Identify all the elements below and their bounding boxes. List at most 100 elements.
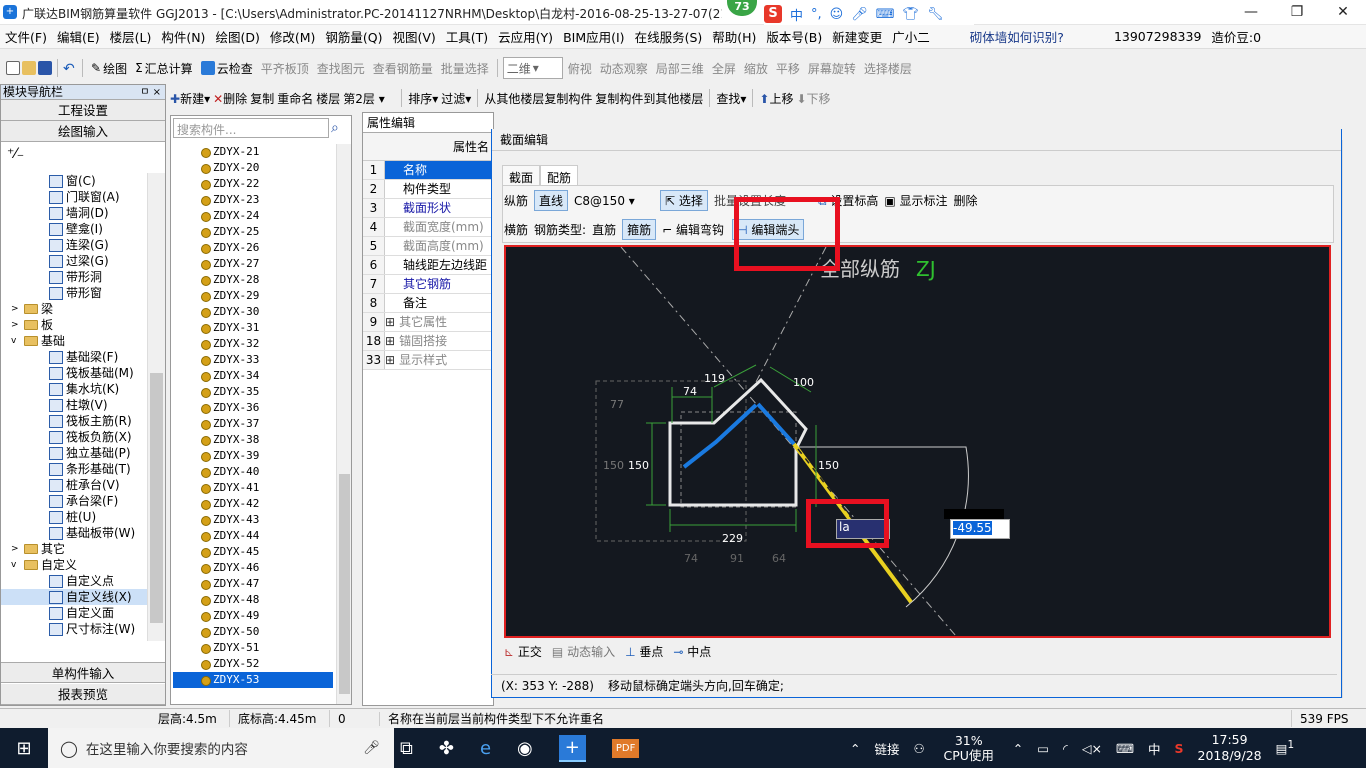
component-list-item[interactable]: ZDYX-52 — [173, 656, 333, 672]
tree-item[interactable]: 尺寸标注(W) — [1, 621, 147, 637]
select-floor-button[interactable]: 选择楼层 — [861, 57, 915, 79]
fullscreen-button[interactable]: 全屏 — [709, 57, 739, 79]
component-list-item[interactable]: ZDYX-37 — [173, 416, 333, 432]
expand-toggle-icon[interactable]: v — [11, 333, 21, 349]
component-list-item[interactable]: ZDYX-47 — [173, 576, 333, 592]
menu-steel[interactable]: 钢筋量(Q) — [320, 27, 387, 46]
property-row[interactable]: 4 截面宽度(mm) — [363, 218, 493, 237]
sum-button[interactable]: Σ 汇总计算 — [132, 57, 196, 79]
expand-toggle-icon[interactable]: > — [11, 301, 21, 317]
line-button[interactable]: 直线 — [534, 190, 569, 211]
pin-close-icons[interactable]: ㅁ × — [140, 85, 161, 100]
browser-icon[interactable]: ◉ — [517, 738, 533, 759]
report-preview-button[interactable]: 报表预览 — [1, 684, 165, 705]
component-list-item[interactable]: ZDYX-45 — [173, 544, 333, 560]
shirt-icon[interactable]: 👕︎ — [903, 7, 920, 22]
keyboard-icon[interactable]: ⌨ — [876, 7, 895, 22]
menu-draw[interactable]: 绘图(D) — [210, 27, 264, 46]
tree-item[interactable]: 筏板主筋(R) — [1, 413, 147, 429]
menu-online[interactable]: 在线服务(S) — [630, 27, 708, 46]
expand-collapse-icons[interactable]: ⁺⁄₋ — [1, 142, 165, 170]
project-settings-button[interactable]: 工程设置 — [1, 100, 165, 121]
sort-button[interactable]: 排序▾ — [408, 90, 438, 107]
component-list-item[interactable]: ZDYX-26 — [173, 240, 333, 256]
rebar-drawing-canvas[interactable]: 74 119 100 77 150 150 150 229 74 91 64 全… — [504, 245, 1331, 638]
tree-item[interactable]: 筏板基础(M) — [1, 365, 147, 381]
component-list-item[interactable]: ZDYX-27 — [173, 256, 333, 272]
smiley-icon[interactable]: ☺ — [830, 7, 844, 22]
expand-plus-icon[interactable]: ⊞ — [385, 351, 395, 369]
tree-item[interactable]: 墙洞(D) — [1, 205, 147, 221]
property-row[interactable]: 8 备注 — [363, 294, 493, 313]
tree-item[interactable]: 桩承台(V) — [1, 477, 147, 493]
menu-help[interactable]: 帮助(H) — [707, 27, 761, 46]
menu-file[interactable]: 文件(F) — [0, 27, 52, 46]
property-row[interactable]: 18 ⊞ 锚固搭接 — [363, 332, 493, 351]
new-button[interactable]: ✚新建▾ — [170, 90, 210, 107]
mic-icon[interactable]: 🎤︎ — [851, 7, 868, 22]
property-row[interactable]: 2 构件类型 — [363, 180, 493, 199]
dynamic-input-toggle[interactable]: ▤ 动态输入 — [552, 643, 615, 660]
cloud-check-button[interactable]: 云检查 — [198, 57, 256, 79]
component-list-item[interactable]: ZDYX-20 — [173, 160, 333, 176]
mic-icon[interactable]: 🎤︎ — [363, 740, 380, 756]
expand-toggle-icon[interactable]: v — [11, 557, 21, 573]
component-list-item[interactable]: ZDYX-50 — [173, 624, 333, 640]
component-list-item[interactable]: ZDYX-38 — [173, 432, 333, 448]
edit-hook-button[interactable]: ⌐ 编辑弯钩 — [662, 221, 726, 238]
copy-to-floor-button[interactable]: 复制构件到其他楼层 — [595, 90, 703, 107]
component-list-item[interactable]: ZDYX-36 — [173, 400, 333, 416]
tree-item[interactable]: 筏板负筋(X) — [1, 429, 147, 445]
minimize-button[interactable]: — — [1228, 0, 1274, 25]
menu-tools[interactable]: 工具(T) — [441, 27, 493, 46]
delete-button[interactable]: ✕删除 — [213, 90, 247, 107]
expand-toggle-icon[interactable]: > — [11, 541, 21, 557]
flat-slab-button[interactable]: 平齐板顶 — [258, 57, 312, 79]
wrench-icon[interactable]: 🔧︎ — [927, 7, 944, 22]
find-button[interactable]: 查找▾ — [716, 90, 746, 107]
property-row[interactable]: 3 截面形状 — [363, 199, 493, 218]
property-row[interactable]: 9 ⊞ 其它属性 — [363, 313, 493, 332]
component-list-item[interactable]: ZDYX-23 — [173, 192, 333, 208]
tree-item[interactable]: 条形基础(T) — [1, 461, 147, 477]
component-list-item[interactable]: ZDYX-43 — [173, 512, 333, 528]
notification-badge[interactable]: 73 — [727, 0, 757, 16]
tree-item[interactable]: 带形窗 — [1, 285, 147, 301]
property-row[interactable]: 33 ⊞ 显示样式 — [363, 351, 493, 370]
component-list-item[interactable]: ZDYX-40 — [173, 464, 333, 480]
zoom-button[interactable]: 缩放 — [741, 57, 771, 79]
search-icon[interactable]: ⌕ — [331, 120, 339, 136]
delete-rebar-button[interactable]: 删除 — [954, 192, 978, 209]
component-list-item[interactable]: ZDYX-32 — [173, 336, 333, 352]
single-component-button[interactable]: 单构件输入 — [1, 662, 165, 683]
open-folder-icon[interactable] — [22, 61, 36, 75]
expand-toggle-icon[interactable]: > — [11, 317, 21, 333]
perpendicular-snap[interactable]: ⊥ 垂点 — [625, 643, 663, 660]
notification-icon[interactable]: ▤1 — [1276, 739, 1294, 756]
tree-item[interactable]: 壁龛(I) — [1, 221, 147, 237]
property-row[interactable]: 6 轴线距左边线距 — [363, 256, 493, 275]
component-list-item[interactable]: ZDYX-53 — [173, 672, 333, 688]
filter-button[interactable]: 过滤▾ — [441, 90, 471, 107]
tree-item[interactable]: 集水坑(K) — [1, 381, 147, 397]
tree-item[interactable]: > 其它 — [1, 541, 147, 557]
menu-view[interactable]: 视图(V) — [387, 27, 440, 46]
ortho-toggle[interactable]: ⊾ 正交 — [504, 643, 542, 660]
tree-item[interactable]: 基础梁(F) — [1, 349, 147, 365]
view-mode-select[interactable]: 二维 ▾ — [502, 57, 563, 79]
properties-tab[interactable]: 属性编辑 — [363, 113, 493, 133]
component-list-item[interactable]: ZDYX-51 — [173, 640, 333, 656]
tree-item[interactable]: 独立基础(P) — [1, 445, 147, 461]
new-file-icon[interactable] — [6, 61, 20, 75]
rotate-screen-button[interactable]: 屏幕旋转 — [805, 57, 859, 79]
component-list-item[interactable]: ZDYX-33 — [173, 352, 333, 368]
menu-version[interactable]: 版本号(B) — [761, 27, 827, 46]
tree-item[interactable]: v 自定义 — [1, 557, 147, 573]
wifi-icon[interactable]: ◜ — [1063, 741, 1068, 756]
component-list-item[interactable]: ZDYX-44 — [173, 528, 333, 544]
component-list-item[interactable]: ZDYX-22 — [173, 176, 333, 192]
component-list-item[interactable]: ZDYX-28 — [173, 272, 333, 288]
component-list-item[interactable]: ZDYX-48 — [173, 592, 333, 608]
property-row[interactable]: 7 其它钢筋 — [363, 275, 493, 294]
component-list-item[interactable]: ZDYX-25 — [173, 224, 333, 240]
